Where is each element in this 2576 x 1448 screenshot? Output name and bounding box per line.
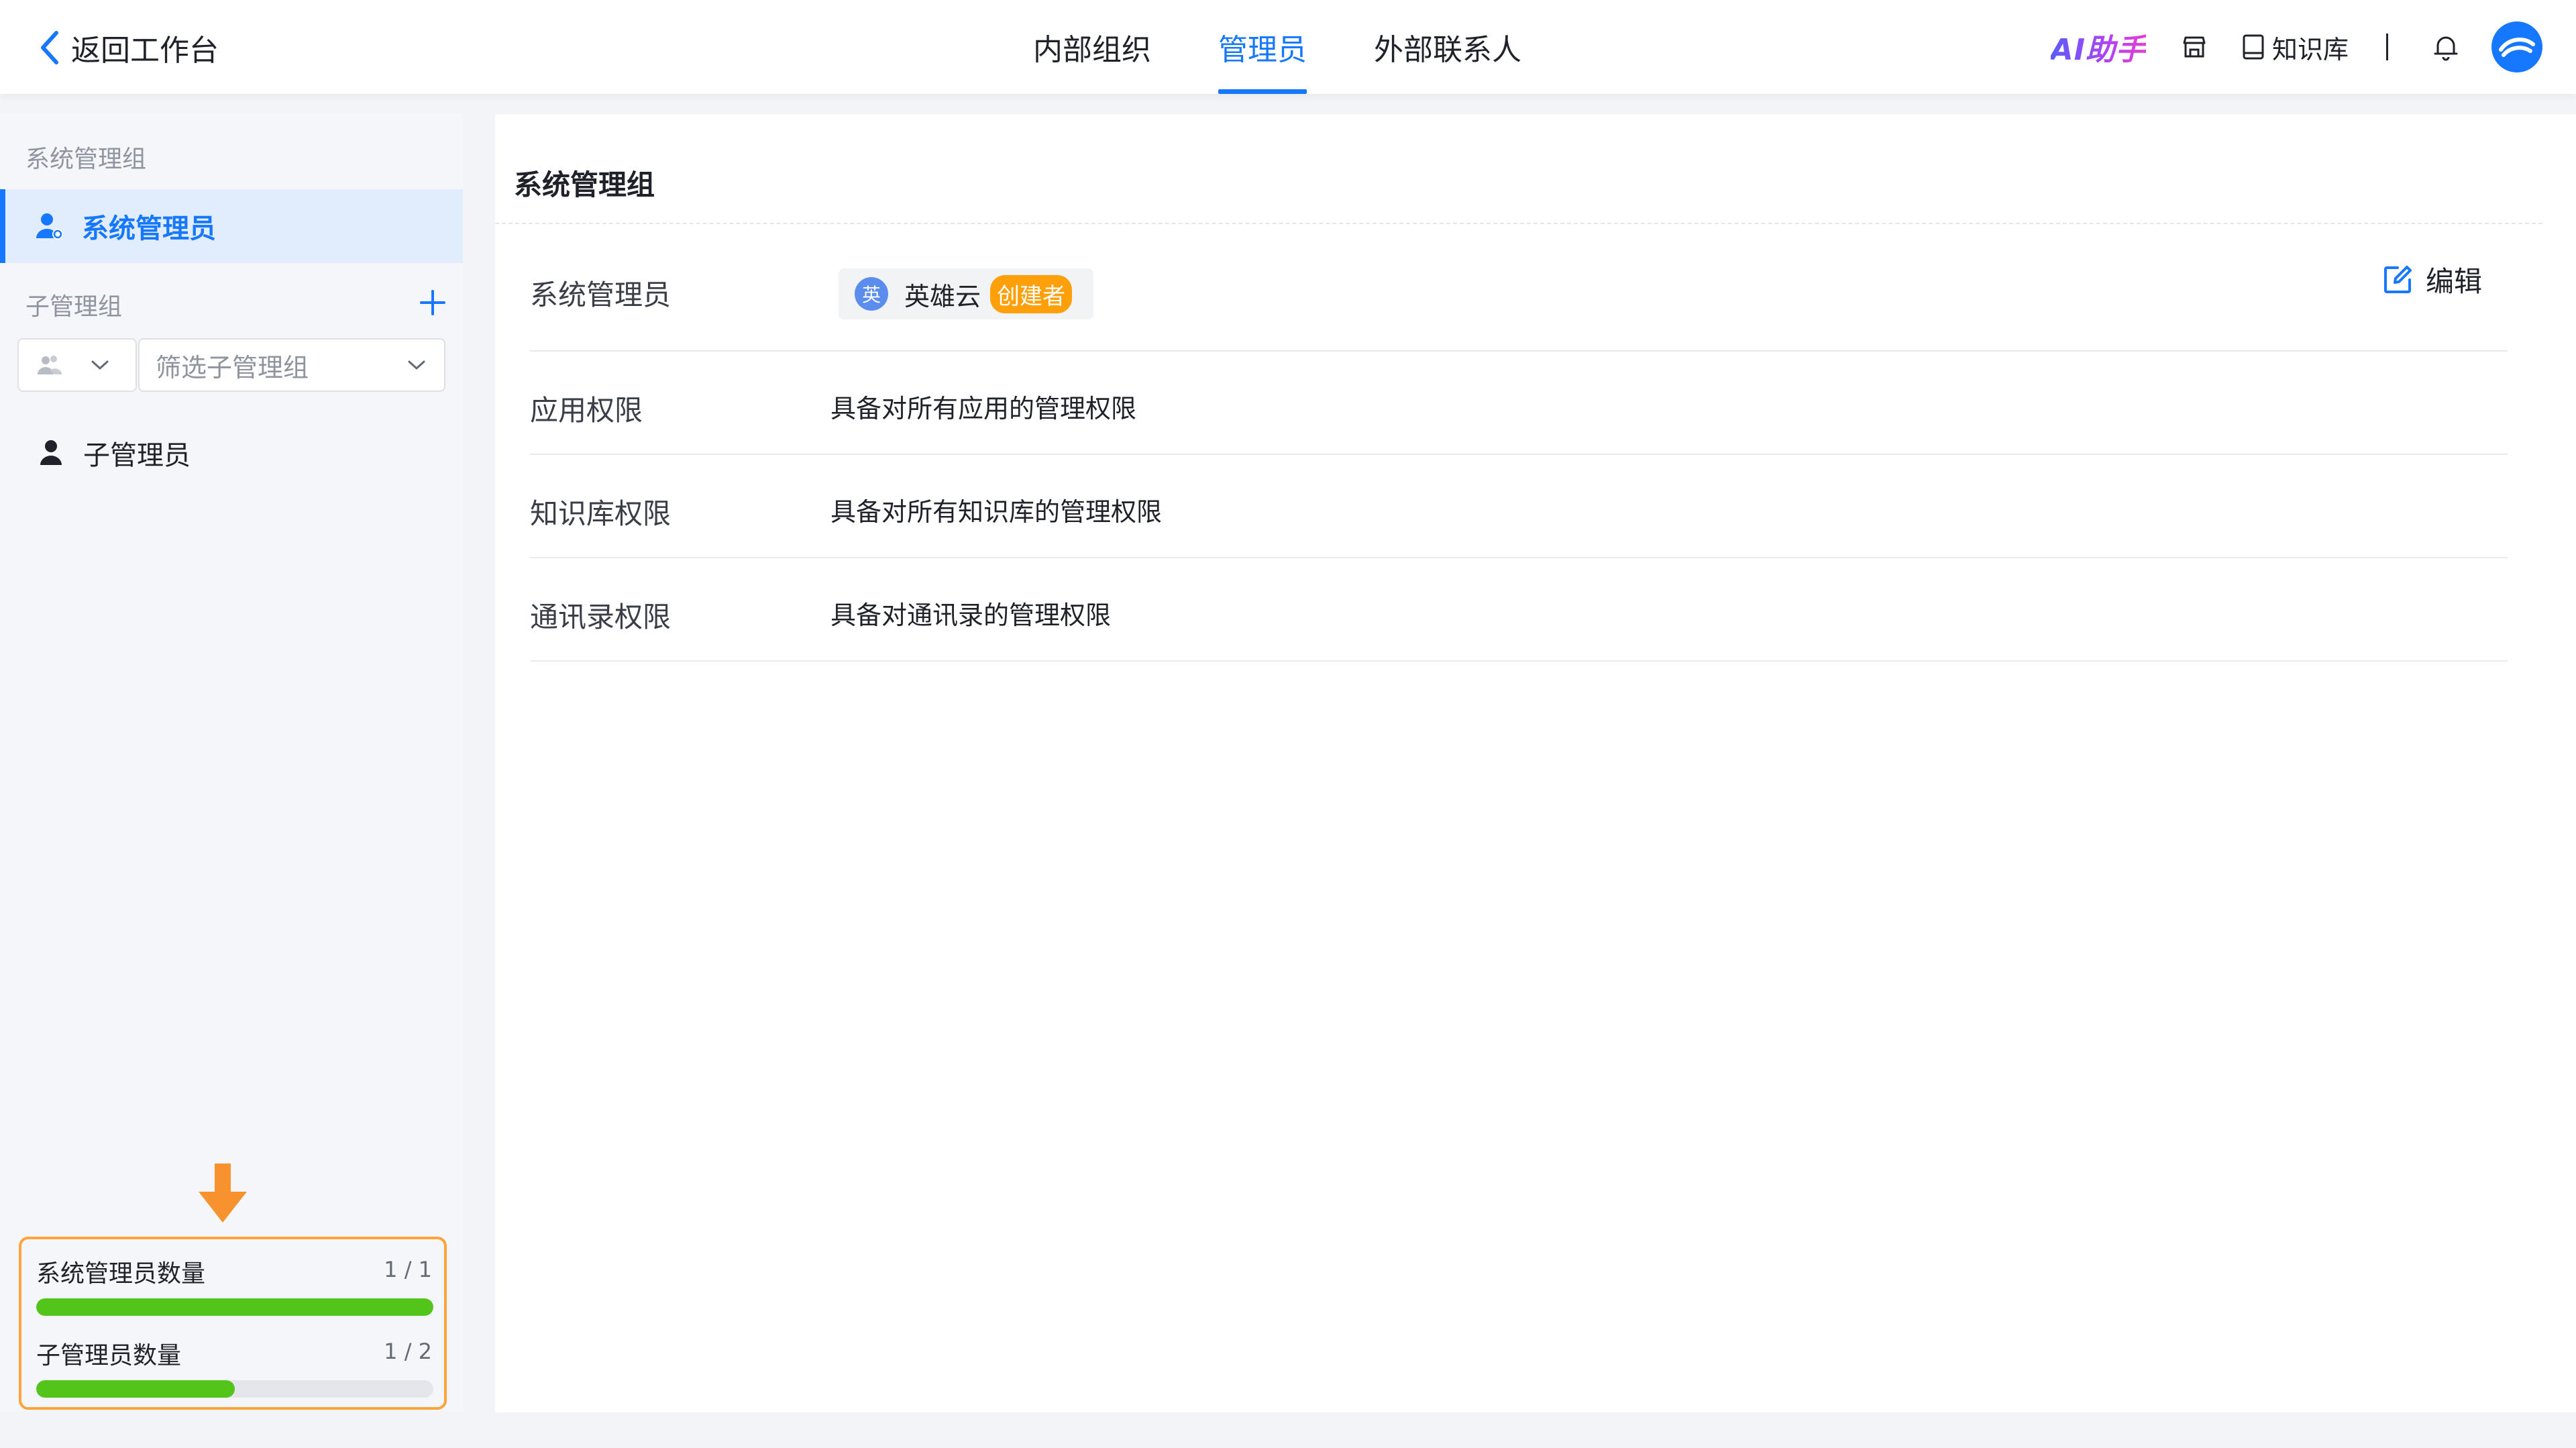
quota-progress-bar	[36, 1380, 433, 1398]
users-icon	[38, 356, 62, 374]
main-panel: 系统管理组 系统管理员 英 英雄云 创建者 编辑 应用权限 具备对所有应用的管理…	[495, 114, 2576, 1412]
admin-user-name: 英雄云	[904, 281, 981, 311]
add-sub-group-icon[interactable]	[416, 286, 449, 319]
sidebar-item-label: 子管理员	[83, 440, 191, 471]
top-header: 返回工作台 内部组织 管理员 外部联系人 AI助手 知识库	[0, 0, 2576, 94]
system-admin-quota: 系统管理员数量 1 / 1	[36, 1254, 433, 1316]
user-icon	[40, 440, 62, 465]
header-divider	[2386, 34, 2388, 60]
admin-user-icon	[36, 213, 63, 240]
title-divider	[495, 223, 2542, 224]
admin-user-chip[interactable]: 英 英雄云 创建者	[839, 268, 1093, 319]
row-divider	[530, 454, 2508, 455]
admin-row-label: 系统管理员	[530, 278, 672, 311]
chevron-down-icon	[91, 360, 109, 370]
kb-permission-value: 具备对所有知识库的管理权限	[830, 497, 1163, 527]
tab-administrators[interactable]: 管理员	[1218, 0, 1307, 94]
tab-internal-org[interactable]: 内部组织	[1033, 0, 1151, 94]
kb-permission-label: 知识库权限	[530, 497, 672, 530]
row-divider	[530, 660, 2508, 662]
brand-logo-icon	[2499, 38, 2535, 57]
back-label: 返回工作台	[71, 34, 219, 68]
chevron-down-icon	[408, 360, 425, 370]
knowledge-base-button[interactable]: 知识库	[2240, 29, 2349, 66]
sidebar-item-sub-admin[interactable]: 子管理员	[0, 416, 463, 490]
book-icon	[2243, 34, 2264, 60]
bell-icon[interactable]	[2431, 32, 2461, 62]
sidebar-item-label: 系统管理员	[82, 213, 216, 244]
app-permission-label: 应用权限	[530, 394, 643, 427]
top-tabs: 内部组织 管理员 外部联系人	[1033, 0, 1589, 94]
header-actions: AI助手 知识库	[2051, 0, 2542, 94]
sub-admin-quota: 子管理员数量 1 / 2	[36, 1336, 433, 1398]
quota-count: 1 / 2	[384, 1339, 432, 1364]
edit-button[interactable]: 编辑	[2381, 259, 2482, 300]
edit-icon	[2384, 265, 2412, 293]
page-title: 系统管理组	[514, 168, 655, 201]
contacts-permission-label: 通讯录权限	[530, 601, 672, 633]
back-to-workbench-button[interactable]: 返回工作台	[38, 24, 219, 71]
row-divider	[530, 350, 2508, 352]
tab-external-contacts[interactable]: 外部联系人	[1374, 0, 1521, 94]
quota-label: 子管理员数量	[36, 1342, 182, 1369]
quota-progress-bar	[36, 1298, 433, 1316]
quota-count: 1 / 1	[384, 1257, 432, 1282]
user-avatar[interactable]	[2491, 21, 2542, 72]
admin-quota-panel: 系统管理员数量 1 / 1 子管理员数量 1 / 2	[19, 1237, 447, 1410]
edit-label: 编辑	[2426, 265, 2483, 298]
row-divider	[530, 557, 2508, 558]
sub-group-filter-select[interactable]: 筛选子管理组	[138, 338, 445, 392]
quota-progress-fill	[36, 1298, 433, 1316]
filter-placeholder: 筛选子管理组	[156, 352, 309, 382]
chevron-left-icon	[41, 31, 58, 64]
sidebar-item-system-admin[interactable]: 系统管理员	[0, 189, 463, 263]
app-permission-value: 具备对所有应用的管理权限	[830, 394, 1137, 423]
contacts-permission-value: 具备对通讯录的管理权限	[830, 601, 1112, 630]
quota-progress-fill	[36, 1380, 235, 1398]
quota-label: 系统管理员数量	[36, 1260, 206, 1288]
avatar: 英	[855, 277, 888, 311]
store-icon[interactable]	[2180, 32, 2209, 62]
system-group-title: 系统管理组	[25, 146, 147, 173]
ai-assistant-button[interactable]: AI助手	[2051, 25, 2146, 68]
group-type-select[interactable]	[17, 338, 137, 392]
arrow-down-icon	[199, 1163, 247, 1223]
creator-badge: 创建者	[990, 274, 1073, 313]
knowledge-base-label: 知识库	[2271, 34, 2349, 64]
sub-group-title: 子管理组	[25, 293, 123, 321]
